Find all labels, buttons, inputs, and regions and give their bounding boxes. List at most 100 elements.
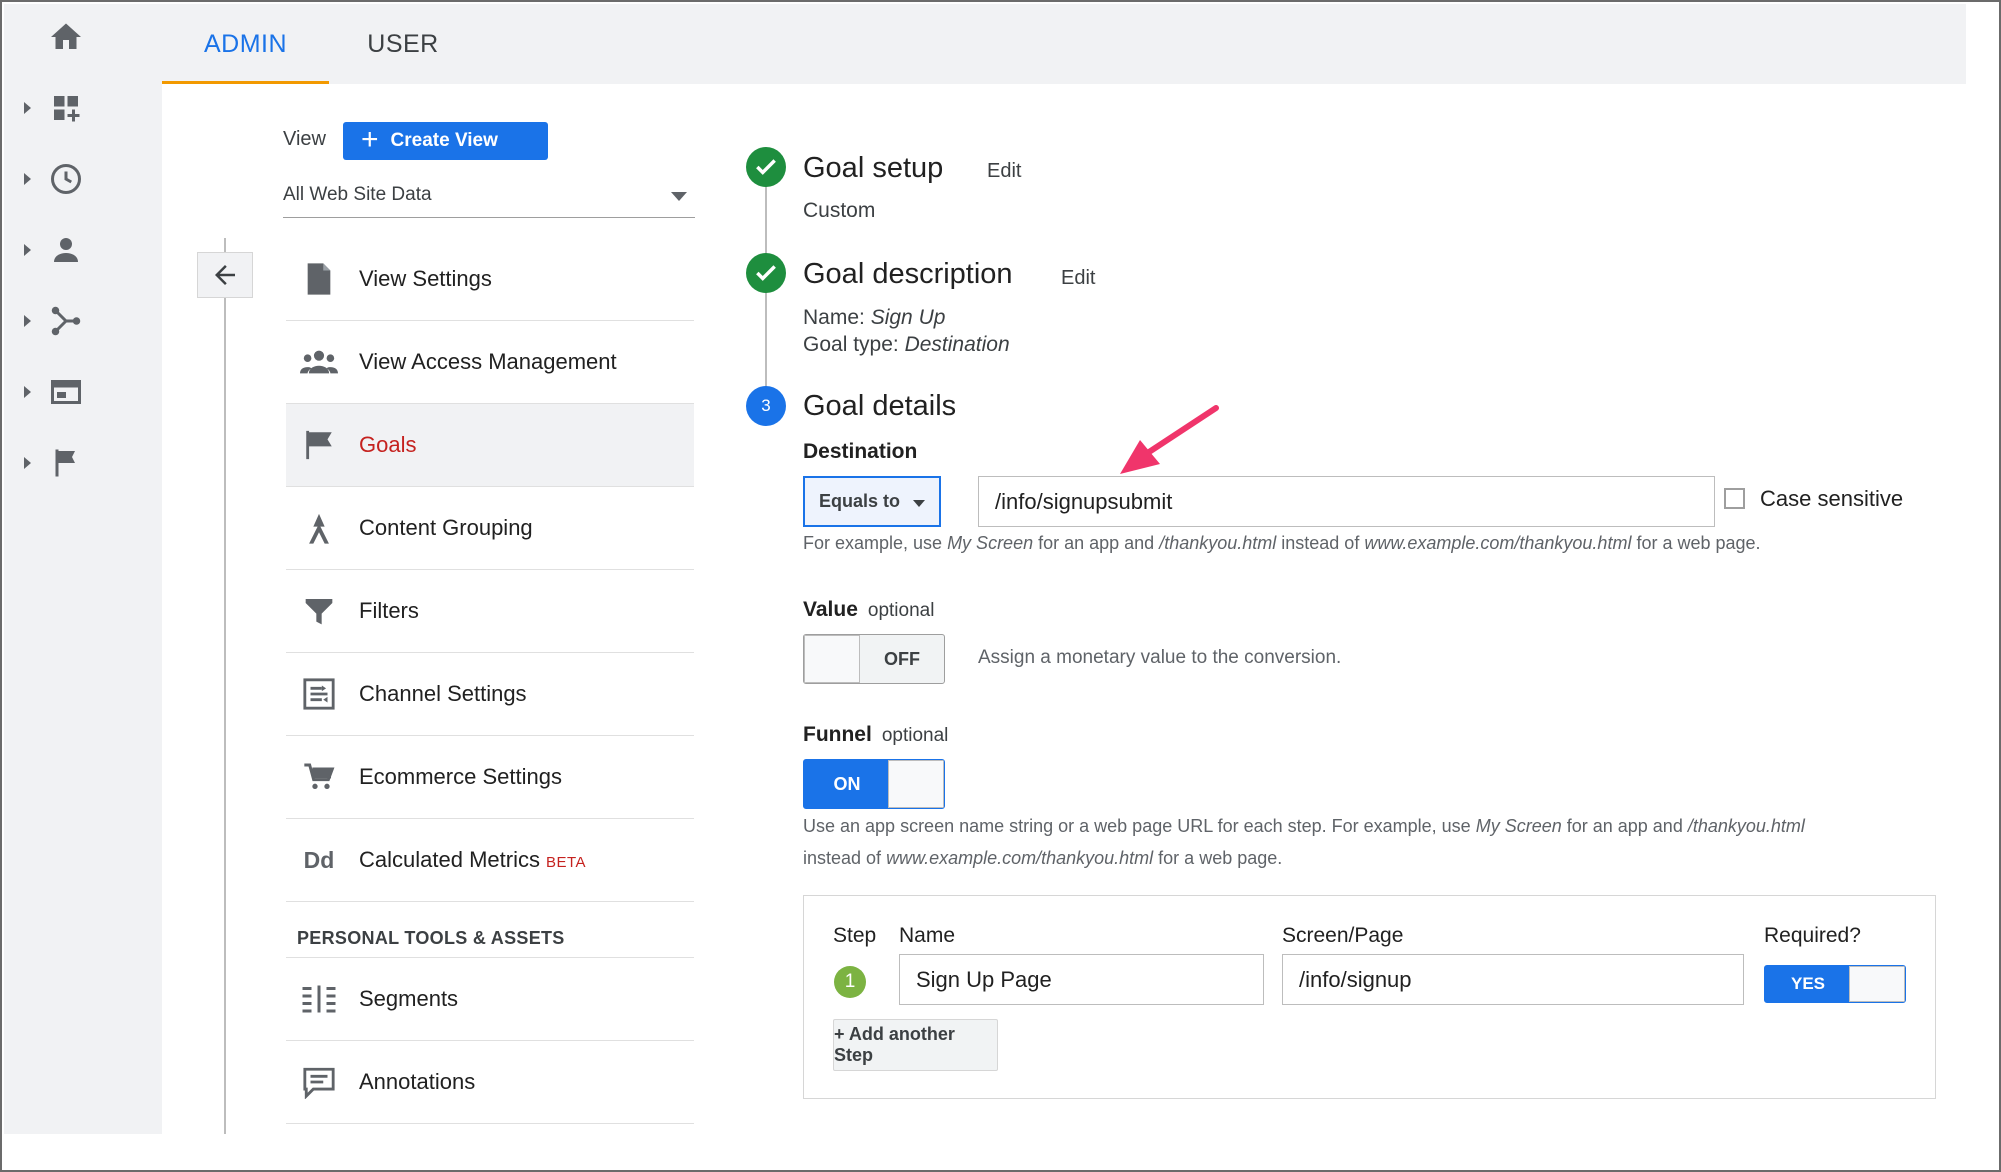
help-text: for a web page.: [1631, 533, 1761, 553]
back-button[interactable]: [197, 252, 253, 298]
caret-right-icon: [24, 315, 31, 327]
help-text: for an app and: [1033, 533, 1160, 553]
rail-acquisition[interactable]: [4, 293, 162, 349]
home-icon: [51, 23, 81, 49]
tab-admin[interactable]: ADMIN: [162, 4, 329, 84]
help-example: www.example.com/thankyou.html: [1364, 533, 1632, 553]
left-rail: [4, 4, 162, 1134]
toggle-state: YES: [1790, 974, 1826, 993]
rail-conversions[interactable]: [4, 435, 162, 491]
nav-divider: [224, 238, 226, 1134]
rail-realtime[interactable]: [4, 151, 162, 207]
nav-item-segments[interactable]: Segments: [286, 958, 694, 1041]
nav-item-label: View Access Management: [359, 349, 617, 374]
nav-item-filters[interactable]: Filters: [286, 570, 694, 653]
view-label: View: [283, 128, 326, 150]
match-type-value: Equals to: [819, 491, 901, 511]
nav-item-label: Annotations: [359, 1069, 476, 1094]
funnel-steps-table: Step Name Screen/Page Required? 1 Sign U…: [803, 895, 1936, 1099]
flag-icon: [55, 449, 75, 477]
nav-item-label: Segments: [359, 986, 459, 1011]
funnel-step-name-input[interactable]: Sign Up Page: [899, 954, 1264, 1005]
help-example: My Screen: [1475, 816, 1562, 836]
nav-item-label: Calculated Metrics BETA: [359, 847, 586, 873]
value-label: Value optional: [803, 598, 934, 622]
rail-home[interactable]: [4, 9, 162, 65]
toggle-knob: [804, 635, 860, 683]
rail-audience[interactable]: [4, 222, 162, 278]
help-example: /thankyou.html: [1159, 533, 1277, 553]
annotations-icon: [300, 1063, 338, 1101]
funnel-label-text: Funnel: [803, 723, 872, 746]
dropdown-arrow-icon: [671, 192, 687, 201]
help-example: /thankyou.html: [1687, 816, 1805, 836]
nav-item-annotations[interactable]: Annotations: [286, 1041, 694, 1124]
create-view-label: Create View: [390, 130, 498, 151]
person-icon: [54, 238, 78, 262]
goal-setup-edit-link[interactable]: Edit: [987, 160, 1021, 183]
admin-nav: View Settings View Access Management Goa…: [286, 238, 694, 1124]
goal-type: Goal type: Destination: [803, 333, 1010, 357]
value-optional: optional: [867, 600, 935, 621]
column-step: Step: [833, 924, 877, 947]
check-icon: [746, 147, 786, 187]
view-select[interactable]: All Web Site Data: [283, 180, 695, 218]
goal-setup-value: Custom: [803, 199, 876, 222]
help-example: www.example.com/thankyou.html: [886, 848, 1154, 868]
tab-user[interactable]: USER: [329, 4, 477, 84]
match-type-dropdown[interactable]: Equals to: [803, 476, 941, 527]
funnel-step-number: 1: [834, 966, 866, 998]
destination-input[interactable]: /info/signupsubmit: [978, 476, 1715, 527]
goal-details-title: Goal details: [803, 390, 957, 422]
nav-item-label: Channel Settings: [359, 681, 527, 706]
rail-behavior[interactable]: [4, 364, 162, 420]
caret-right-icon: [24, 102, 31, 114]
goal-name-label: Name:: [803, 306, 865, 329]
goal-type-value: Destination: [904, 333, 1010, 356]
section-heading-personal-tools: PERSONAL TOOLS & ASSETS: [286, 902, 694, 958]
nav-item-calculated-metrics[interactable]: Dd Calculated Metrics BETA: [286, 819, 694, 902]
create-view-button[interactable]: + Create View: [343, 122, 548, 160]
add-another-step-button[interactable]: + Add another Step: [833, 1019, 998, 1071]
nav-item-goals[interactable]: Goals: [286, 404, 694, 487]
dd-icon: Dd: [303, 846, 335, 873]
goal-type-label: Goal type:: [803, 333, 899, 356]
step-number-badge: 3: [746, 386, 786, 426]
nav-item-ecommerce-settings[interactable]: Ecommerce Settings: [286, 736, 694, 819]
case-sensitive-checkbox[interactable]: [1724, 488, 1745, 509]
toggle-state: OFF: [884, 648, 920, 669]
case-sensitive-label: Case sensitive: [1760, 486, 1904, 511]
value-description: Assign a monetary value to the conversio…: [978, 647, 1342, 668]
nav-item-label: Filters: [359, 598, 419, 623]
caret-right-icon: [24, 386, 31, 398]
funnel-step-screen-input[interactable]: /info/signup: [1282, 954, 1744, 1005]
destination-label: Destination: [803, 440, 918, 463]
nav-item-label: Ecommerce Settings: [359, 764, 562, 789]
calculated-metrics-label: Calculated Metrics: [359, 847, 540, 872]
column-screen-page: Screen/Page: [1282, 924, 1404, 947]
nav-item-content-grouping[interactable]: Content Grouping: [286, 487, 694, 570]
help-text: instead of: [1276, 533, 1365, 553]
toggle-state: ON: [833, 773, 861, 794]
acquisition-icon: [51, 306, 81, 336]
required-toggle[interactable]: YES: [1764, 965, 1906, 1003]
nav-item-label: View Settings: [359, 266, 492, 291]
nav-item-view-access-management[interactable]: View Access Management: [286, 321, 694, 404]
nav-item-channel-settings[interactable]: Channel Settings: [286, 653, 694, 736]
nav-item-view-settings[interactable]: View Settings: [286, 238, 694, 321]
check-icon: [746, 253, 786, 293]
funnel-label: Funnel optional: [803, 723, 948, 747]
app-frame: ADMIN USER View + Create View All Web Si…: [0, 0, 2001, 1172]
view-select-value: All Web Site Data: [283, 184, 432, 205]
rail-customization[interactable]: [4, 80, 162, 136]
content-grouping-icon: [300, 509, 338, 547]
clock-icon: [51, 164, 81, 194]
funnel-toggle[interactable]: ON: [803, 759, 945, 809]
goal-setup-title: Goal setup: [803, 152, 944, 184]
caret-right-icon: [24, 173, 31, 185]
document-icon: [300, 260, 338, 298]
goal-description-edit-link[interactable]: Edit: [1061, 267, 1095, 290]
help-text: Use an app screen name string or a web p…: [803, 816, 1476, 836]
toggle-knob: [1849, 966, 1905, 1002]
value-toggle[interactable]: OFF: [803, 634, 945, 684]
